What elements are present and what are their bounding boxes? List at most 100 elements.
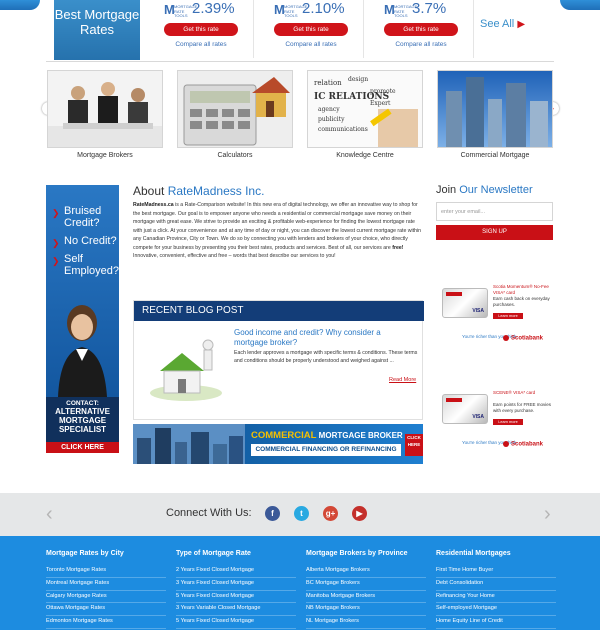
footer-link[interactable]: NL Mortgage Brokers <box>306 616 426 629</box>
blog-title-link[interactable]: Good income and credit? Why consider a m… <box>234 328 414 347</box>
calculators-photo <box>177 70 293 148</box>
provider-logo: M MORTGAGE RATE TOOLS <box>164 2 198 18</box>
commercial-broker-banner[interactable]: COMMERCIAL MORTGAGE BROKER COMMERCIAL FI… <box>133 424 423 464</box>
provider-logo: M MORTGAGE RATE TOOLS <box>384 2 418 18</box>
footer-link[interactable]: 3 Years Fixed Closed Mortgage <box>176 578 296 591</box>
category-knowledge-centre[interactable]: relation design IC RELATIONS agency publ… <box>307 70 423 159</box>
svg-text:design: design <box>348 76 368 83</box>
facebook-icon[interactable]: f <box>265 506 280 521</box>
blog-thumbnail <box>150 339 222 401</box>
footer-link[interactable]: 5 Years Fixed Closed Mortgage <box>176 616 296 629</box>
get-rate-button[interactable]: Get this rate <box>274 23 348 36</box>
footer-link[interactable]: NB Mortgage Brokers <box>306 603 426 617</box>
footer-link[interactable]: Alberta Mortgage Brokers <box>306 565 426 578</box>
divider <box>46 61 554 62</box>
category-calculators[interactable]: Calculators <box>177 70 293 159</box>
footer-column: Mortgage Rates by City Toronto Mortgage … <box>46 550 166 629</box>
category-commercial-mortgage[interactable]: Commercial Mortgage <box>437 70 553 159</box>
ad-item: ❯ No Credit? <box>52 235 117 248</box>
footer-link[interactable]: First Time Home Buyer <box>436 565 556 578</box>
rate-card: M MORTGAGE RATE TOOLS 2.10% Get this rate… <box>258 0 364 58</box>
category-carousel: Mortgage Brokers Calculators relation de… <box>40 70 560 165</box>
ad-click-here-button[interactable]: CLICK HERE <box>46 442 119 453</box>
footer-link[interactable]: Toronto Mortgage Rates <box>46 565 166 578</box>
svg-text:relation: relation <box>314 79 342 87</box>
footer-link[interactable]: Montreal Mortgage Rates <box>46 578 166 591</box>
about-heading: About RateMadness Inc. <box>133 184 265 198</box>
commercial-photo <box>437 70 553 148</box>
chevron-left-icon[interactable]: ‹ <box>46 503 53 526</box>
twitter-icon[interactable]: t <box>294 506 309 521</box>
chevron-right-icon: ▶ <box>517 19 526 30</box>
rate-value: 2.39% <box>192 0 235 17</box>
rates-band: Best Mortgage Rates M MORTGAGE RATE TOOLS… <box>0 0 600 62</box>
category-label: Commercial Mortgage <box>460 152 530 159</box>
chevron-right-icon: ❯ <box>52 256 60 266</box>
scotiabank-logo: Scotiabank <box>503 441 543 448</box>
svg-text:publicity: publicity <box>318 116 345 123</box>
credit-card-image: VISA <box>442 394 488 424</box>
read-more-link[interactable]: Read More <box>389 377 416 383</box>
category-mortgage-brokers[interactable]: Mortgage Brokers <box>47 70 163 159</box>
banner-click-here-button[interactable]: CLICK HERE <box>405 434 423 456</box>
banner-subtitle: COMMERCIAL FINANCING OR REFINANCING <box>251 444 401 456</box>
card-description: Earn cash back on everyday purchases. <box>493 296 550 307</box>
get-rate-button[interactable]: Get this rate <box>164 23 238 36</box>
learn-more-button[interactable]: Learn more <box>493 419 523 425</box>
ad-item: ❯ Bruised Credit? <box>52 205 102 229</box>
provider-logo: M MORTGAGE RATE TOOLS <box>274 2 308 18</box>
newsletter-heading: Join Our Newsletter <box>436 184 533 196</box>
footer-column: Mortgage Brokers by Province Alberta Mor… <box>306 550 426 629</box>
footer-link[interactable]: 3 Years Variable Closed Mortgage <box>176 603 296 617</box>
footer-link[interactable]: Home Equity Line of Credit <box>436 616 556 629</box>
about-section: About RateMadness Inc. RateMadness.ca is… <box>133 184 423 261</box>
svg-text:promote: promote <box>370 88 396 95</box>
svg-text:communications: communications <box>318 126 368 133</box>
footer-link[interactable]: Edmonton Mortgage Rates <box>46 616 166 629</box>
ad-contact: CONTACT: ALTERNATIVE MORTGAGE SPECIALIST <box>46 397 119 442</box>
footer-column: Residential Mortgages First Time Home Bu… <box>436 550 556 629</box>
footer-heading: Mortgage Rates by City <box>46 550 124 557</box>
learn-more-button[interactable]: Learn more <box>493 313 523 319</box>
compare-rates-link[interactable]: Compare all rates <box>148 41 254 48</box>
card-name: Scotia Momentum® No-Fee VISA* card <box>493 284 549 295</box>
footer-link[interactable]: Calgary Mortgage Rates <box>46 591 166 604</box>
compare-rates-link[interactable]: Compare all rates <box>368 41 474 48</box>
scotiabank-ad[interactable]: VISA SCENE® VISA* card Earn points for F… <box>436 384 554 460</box>
category-label: Mortgage Brokers <box>77 152 133 159</box>
svg-text:Expert: Expert <box>370 100 391 107</box>
footer-link[interactable]: Debt Consolidation <box>436 578 556 591</box>
google-plus-icon[interactable]: g+ <box>323 506 338 521</box>
compare-rates-link[interactable]: Compare all rates <box>258 41 364 48</box>
knowledge-photo: relation design IC RELATIONS agency publ… <box>307 70 423 148</box>
card-description: Earn points for FREE movies with every p… <box>493 402 552 413</box>
footer-link[interactable]: Ottawa Mortgage Rates <box>46 603 166 617</box>
rate-card: M MORTGAGE RATE TOOLS 2.39% Get this rate… <box>148 0 254 58</box>
footer-link[interactable]: Refinancing Your Home <box>436 591 556 604</box>
sign-up-button[interactable]: SIGN UP <box>436 225 553 240</box>
category-label: Knowledge Centre <box>336 152 394 159</box>
scotiabank-ad[interactable]: VISA Scotia Momentum® No-Fee VISA* card … <box>436 278 554 354</box>
footer-heading: Mortgage Brokers by Province <box>306 550 408 557</box>
footer-link[interactable]: Manitoba Mortgage Brokers <box>306 591 426 604</box>
footer-link[interactable]: Self-employed Mortgage <box>436 603 556 617</box>
get-rate-button[interactable]: Get this rate <box>384 23 458 36</box>
newsletter-email-input[interactable]: enter your email... <box>436 202 553 221</box>
rate-value: 3.7% <box>412 0 447 17</box>
header-edge-right <box>560 0 600 10</box>
alternative-mortgage-ad[interactable]: ❯ Bruised Credit? ❯ No Credit? ❯ Self Emplo… <box>46 185 119 453</box>
footer-link[interactable]: 2 Years Fixed Closed Mortgage <box>176 565 296 578</box>
footer-column: Type of Mortgage Rate 2 Years Fixed Clos… <box>176 550 296 629</box>
footer-link[interactable]: BC Mortgage Brokers <box>306 578 426 591</box>
footer-heading: Residential Mortgages <box>436 550 511 557</box>
see-all-link[interactable]: See All ▶ <box>480 18 540 30</box>
rate-value: 2.10% <box>302 0 345 17</box>
youtube-icon[interactable]: ▶ <box>352 506 367 521</box>
scotiabank-logo: Scotiabank <box>503 335 543 342</box>
ad-item: ❯ Self Employed? <box>52 253 119 277</box>
specialist-photo <box>58 305 107 397</box>
site-footer: Mortgage Rates by City Toronto Mortgage … <box>0 536 600 630</box>
best-rates-heading: Best Mortgage Rates <box>54 0 140 60</box>
chevron-right-icon[interactable]: › <box>544 503 551 526</box>
footer-link[interactable]: 5 Years Fixed Closed Mortgage <box>176 591 296 604</box>
